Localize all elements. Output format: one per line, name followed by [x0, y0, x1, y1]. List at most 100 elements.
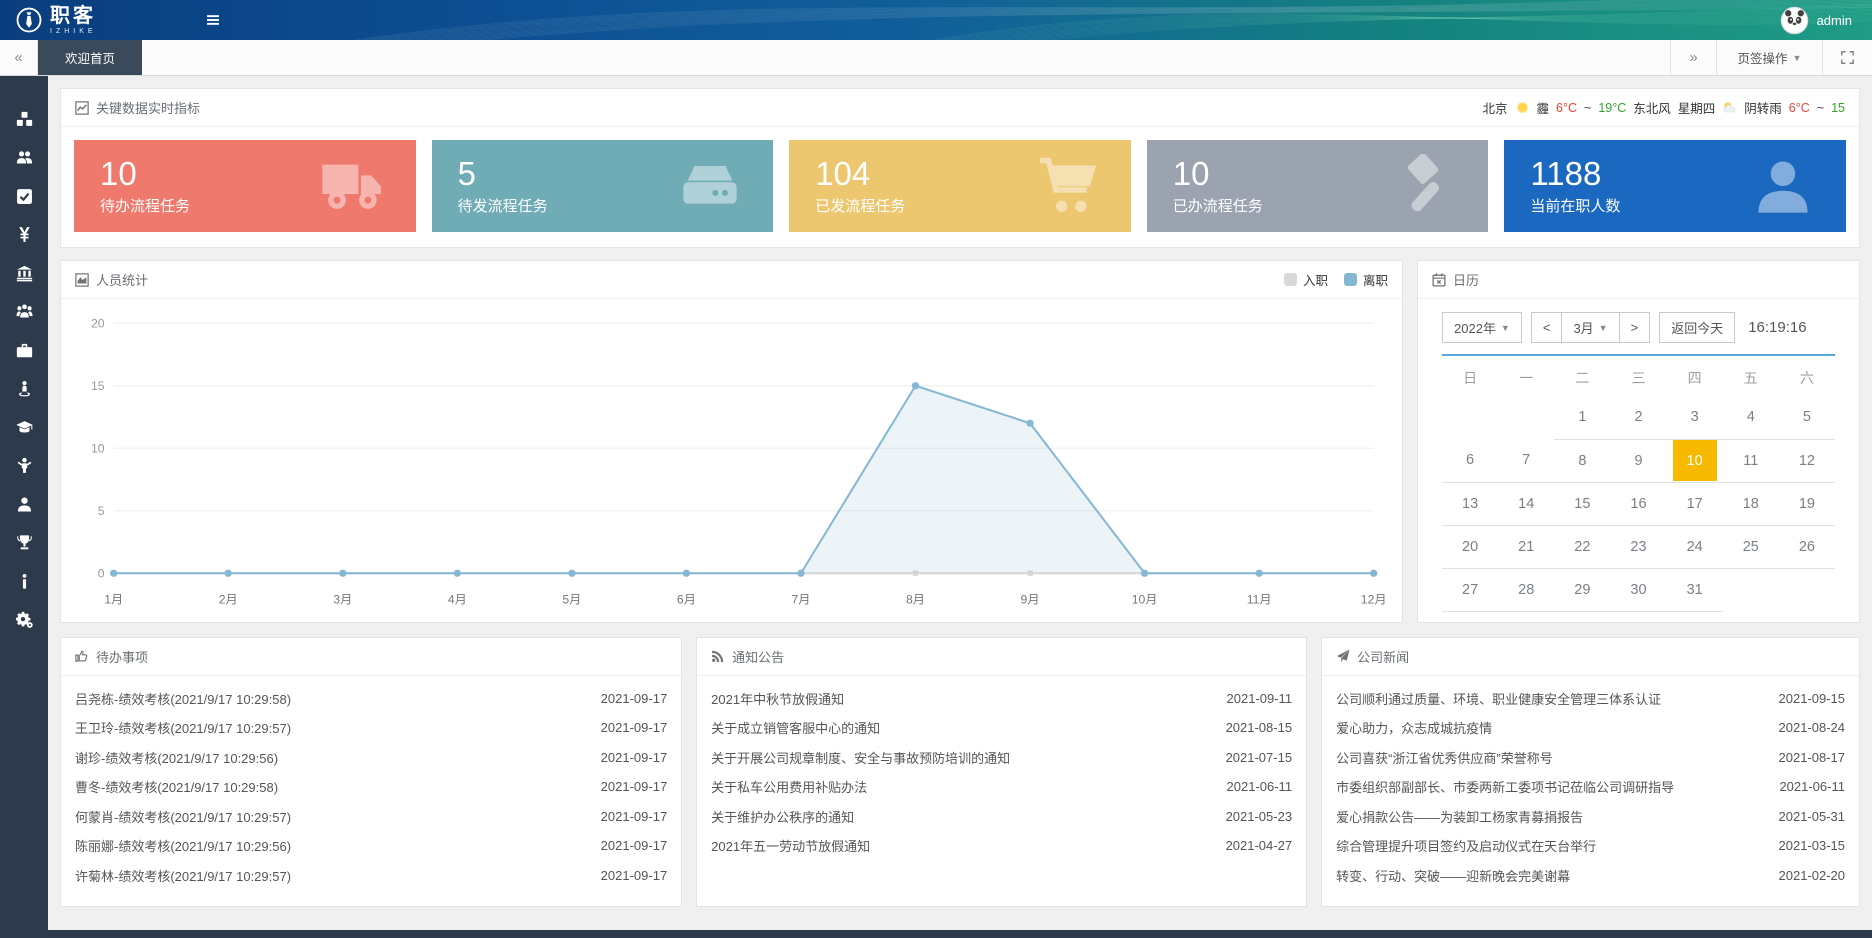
stat-card-3[interactable]: 104已发流程任务	[789, 140, 1131, 232]
sidebar-item-briefcase[interactable]	[0, 331, 48, 370]
list-item: 市委组织部副部长、市委两新工委项书记莅临公司调研指导2021-06-11	[1336, 772, 1845, 802]
chart-legend: 入职离职	[1284, 270, 1388, 289]
weather-cond1: 霾	[1537, 98, 1550, 117]
calendar-day-3[interactable]: 3	[1667, 396, 1723, 439]
list-item-title[interactable]: 何蒙肖-绩效考核(2021/9/17 10:29:57)	[75, 807, 291, 826]
list-item-title[interactable]: 关于开展公司规章制度、安全与事故预防培训的通知	[711, 748, 1010, 767]
list-item-title[interactable]: 综合管理提升项目签约及启动仪式在天台举行	[1336, 836, 1596, 855]
calendar-day-6[interactable]: 6	[1442, 439, 1498, 482]
calendar-day-2[interactable]: 2	[1610, 396, 1666, 439]
tab-welcome-home[interactable]: 欢迎首页	[38, 40, 142, 75]
list-item-date: 2021-04-27	[1226, 838, 1293, 853]
calendar-day-22[interactable]: 22	[1554, 525, 1610, 568]
list-item-title[interactable]: 爱心捐款公告——为装卸工杨家青募捐报告	[1336, 807, 1583, 826]
calendar-week-row: 20212223242526	[1442, 525, 1835, 568]
calendar-day-19[interactable]: 19	[1779, 482, 1835, 525]
calendar-day-11[interactable]: 11	[1723, 439, 1779, 482]
tab-operations-dropdown[interactable]: 页签操作 ▼	[1716, 40, 1822, 75]
sidebar-item-cubes[interactable]	[0, 100, 48, 139]
calendar-day-18[interactable]: 18	[1723, 482, 1779, 525]
stat-card-4[interactable]: 10已办流程任务	[1147, 140, 1489, 232]
fullscreen-icon[interactable]	[1822, 40, 1872, 75]
panel-待办事项: 待办事项吕尧栋-绩效考核(2021/9/17 10:29:58)2021-09-…	[60, 637, 682, 908]
stat-card-2[interactable]: 5待发流程任务	[432, 140, 774, 232]
user-menu[interactable]: admin	[1780, 6, 1872, 35]
calendar-day-25[interactable]: 25	[1723, 525, 1779, 568]
legend-item-离职[interactable]: 离职	[1344, 270, 1388, 289]
sidebar-item-user[interactable]	[0, 485, 48, 524]
sidebar-item-yen[interactable]	[0, 216, 48, 255]
calendar-day-4[interactable]: 4	[1723, 396, 1779, 439]
list-item-title[interactable]: 曹冬-绩效考核(2021/9/17 10:29:58)	[75, 777, 278, 796]
weather-temp2-low: 6°C	[1789, 101, 1810, 115]
sidebar-item-info[interactable]	[0, 562, 48, 601]
list-item-title[interactable]: 转变、行动、突破——迎新晚会完美谢幕	[1336, 866, 1570, 885]
list-item-title[interactable]: 市委组织部副部长、市委两新工委项书记莅临公司调研指导	[1336, 777, 1674, 796]
list-item-title[interactable]: 王卫玲-绩效考核(2021/9/17 10:29:57)	[75, 718, 291, 737]
month-select[interactable]: 3月 ▼	[1561, 313, 1618, 342]
prev-month-button[interactable]: <	[1532, 313, 1562, 342]
month-select-group: < 3月 ▼ >	[1531, 312, 1650, 343]
list-item: 关于私车公用费用补贴办法2021-06-11	[711, 772, 1292, 802]
chevron-down-icon: ▼	[1501, 323, 1510, 333]
hamburger-menu-icon[interactable]	[205, 12, 221, 28]
list-item-date: 2021-09-17	[601, 691, 668, 706]
calendar-day-8[interactable]: 8	[1554, 439, 1610, 482]
sidebar-item-bank[interactable]	[0, 254, 48, 293]
calendar-day-24[interactable]: 24	[1667, 525, 1723, 568]
calendar-day-14[interactable]: 14	[1498, 482, 1554, 525]
back-to-today-button[interactable]: 返回今天	[1659, 312, 1735, 343]
calendar-day-15[interactable]: 15	[1554, 482, 1610, 525]
list-item-title[interactable]: 公司喜获“浙江省优秀供应商”荣誉称号	[1336, 748, 1553, 767]
tabs-scroll-left-button[interactable]: «	[0, 40, 38, 75]
calendar-day-31[interactable]: 31	[1667, 568, 1723, 611]
list-item-title[interactable]: 谢珍-绩效考核(2021/9/17 10:29:56)	[75, 748, 278, 767]
list-item-title[interactable]: 吕尧栋-绩效考核(2021/9/17 10:29:58)	[75, 689, 291, 708]
calendar-day-13[interactable]: 13	[1442, 482, 1498, 525]
stat-card-1[interactable]: 10待办流程任务	[74, 140, 416, 232]
calendar-day-30[interactable]: 30	[1610, 568, 1666, 611]
list-item-title[interactable]: 关于成立销管客服中心的通知	[711, 718, 880, 737]
list-item-title[interactable]: 公司顺利通过质量、环境、职业健康安全管理三体系认证	[1336, 689, 1661, 708]
calendar-day-26[interactable]: 26	[1779, 525, 1835, 568]
username: admin	[1817, 13, 1852, 28]
calendar-day-27[interactable]: 27	[1442, 568, 1498, 611]
calendar-day-21[interactable]: 21	[1498, 525, 1554, 568]
list-item-title[interactable]: 关于私车公用费用补贴办法	[711, 777, 867, 796]
list-item-title[interactable]: 许菊林-绩效考核(2021/9/17 10:29:57)	[75, 866, 291, 885]
calendar-day-20[interactable]: 20	[1442, 525, 1498, 568]
calendar-day-5[interactable]: 5	[1779, 396, 1835, 439]
stat-card-5[interactable]: 1188当前在职人数	[1504, 140, 1846, 232]
calendar-day-29[interactable]: 29	[1554, 568, 1610, 611]
sidebar-item-street-view[interactable]	[0, 370, 48, 409]
tabs-scroll-right-button[interactable]: »	[1670, 40, 1716, 75]
list-item-title[interactable]: 爱心助力，众志成城抗疫情	[1336, 718, 1492, 737]
calendar-day-10[interactable]: 10	[1667, 439, 1723, 482]
list-item-title[interactable]: 2021年中秋节放假通知	[711, 689, 844, 708]
next-month-button[interactable]: >	[1619, 313, 1650, 342]
calendar-day-12[interactable]: 12	[1779, 439, 1835, 482]
calendar-day-7[interactable]: 7	[1498, 439, 1554, 482]
chart-title: 人员统计	[96, 270, 148, 289]
sidebar-item-cogs[interactable]	[0, 601, 48, 640]
sidebar-item-users[interactable]	[0, 139, 48, 178]
calendar-day-1[interactable]: 1	[1554, 396, 1610, 439]
legend-item-入职[interactable]: 入职	[1284, 270, 1328, 289]
list-item-title[interactable]: 2021年五一劳动节放假通知	[711, 836, 870, 855]
sidebar-item-graduation-cap[interactable]	[0, 408, 48, 447]
calendar-day-16[interactable]: 16	[1610, 482, 1666, 525]
svg-text:9月: 9月	[1021, 593, 1040, 607]
year-select[interactable]: 2022年 ▼	[1442, 312, 1522, 343]
calendar-day-28[interactable]: 28	[1498, 568, 1554, 611]
list-item-title[interactable]: 陈丽娜-绩效考核(2021/9/17 10:29:56)	[75, 836, 291, 855]
sidebar-item-trophy[interactable]	[0, 524, 48, 563]
sidebar-item-check-square[interactable]	[0, 177, 48, 216]
list-item-title[interactable]: 关于维护办公秩序的通知	[711, 807, 854, 826]
calendar-day-17[interactable]: 17	[1667, 482, 1723, 525]
sidebar-item-team[interactable]	[0, 293, 48, 332]
sidebar-item-child[interactable]	[0, 447, 48, 486]
calendar-day-23[interactable]: 23	[1610, 525, 1666, 568]
calendar-day-9[interactable]: 9	[1610, 439, 1666, 482]
list-item-date: 2021-08-15	[1226, 720, 1293, 735]
key-indicators-panel: 关键数据实时指标 北京 霾 6°C ~ 19°C 东北风 星期四 阴转雨	[60, 88, 1860, 248]
